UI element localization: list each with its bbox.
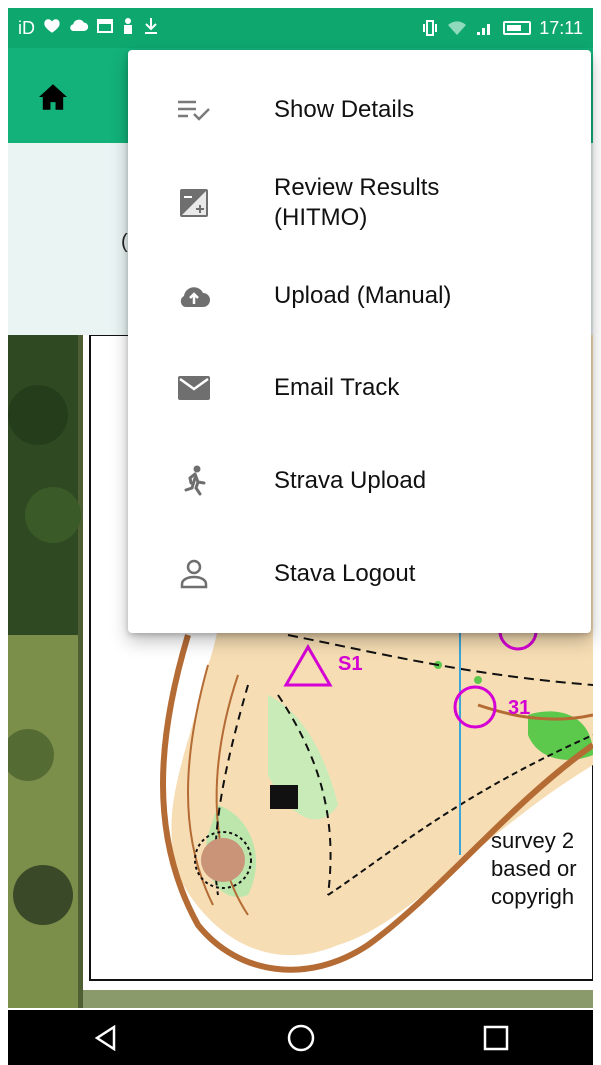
menu-label-strava-logout: Stava Logout — [274, 560, 416, 587]
map-label-s1: S1 — [338, 653, 363, 675]
exposure-icon — [176, 185, 212, 221]
cloud-icon — [69, 18, 89, 39]
status-left-icons: iD — [18, 17, 159, 40]
home-circle-icon — [287, 1024, 314, 1051]
wifi-icon — [447, 20, 467, 36]
signal-icon — [475, 20, 495, 36]
map-survey-text: survey 2 based or copyrigh — [491, 828, 577, 909]
recents-square-icon — [483, 1025, 508, 1050]
menu-item-show-details[interactable]: Show Details — [128, 65, 591, 155]
nav-back-button[interactable] — [86, 1018, 126, 1058]
menu-item-strava-upload[interactable]: Strava Upload — [128, 436, 591, 526]
menu-item-email-track[interactable]: Email Track — [128, 343, 591, 433]
menu-item-strava-logout[interactable]: Stava Logout — [128, 529, 591, 619]
nav-recents-button[interactable] — [476, 1018, 516, 1058]
status-right-icons: 17:11 — [421, 18, 583, 39]
home-icon — [39, 84, 67, 110]
home-button[interactable] — [36, 82, 70, 112]
email-icon — [176, 370, 212, 406]
menu-label-strava-upload: Strava Upload — [274, 467, 427, 494]
status-bar: iD 17:11 — [8, 8, 593, 48]
person-icon — [121, 17, 135, 40]
download-icon — [143, 17, 159, 40]
menu-label-upload-manual: Upload (Manual) — [274, 282, 452, 309]
menu-label-show-details: Show Details — [274, 96, 415, 123]
heart-icon — [43, 17, 61, 40]
partial-text: ( — [121, 231, 128, 253]
calendar-icon — [97, 18, 113, 39]
back-triangle-icon — [94, 1024, 115, 1051]
overflow-menu: Show Details Review Results (HITMO) Uplo… — [128, 50, 591, 633]
battery-icon — [503, 21, 532, 35]
menu-item-review-results[interactable]: Review Results (HITMO) — [128, 158, 591, 248]
cloud-upload-icon — [176, 278, 212, 314]
nav-home-button[interactable] — [281, 1018, 321, 1058]
user-icon — [176, 556, 212, 592]
menu-item-upload-manual[interactable]: Upload (Manual) — [128, 251, 591, 341]
menu-label-email-track: Email Track — [274, 374, 400, 401]
map-label-31: 31 — [508, 697, 531, 719]
id-icon: iD — [18, 17, 35, 38]
runner-icon — [176, 463, 212, 499]
navigation-bar — [8, 1010, 593, 1065]
menu-label-review-results: Review Results (HITMO) — [274, 174, 440, 231]
list-check-icon — [176, 92, 212, 128]
status-time: 17:11 — [539, 17, 583, 38]
vibrate-icon — [421, 20, 439, 36]
